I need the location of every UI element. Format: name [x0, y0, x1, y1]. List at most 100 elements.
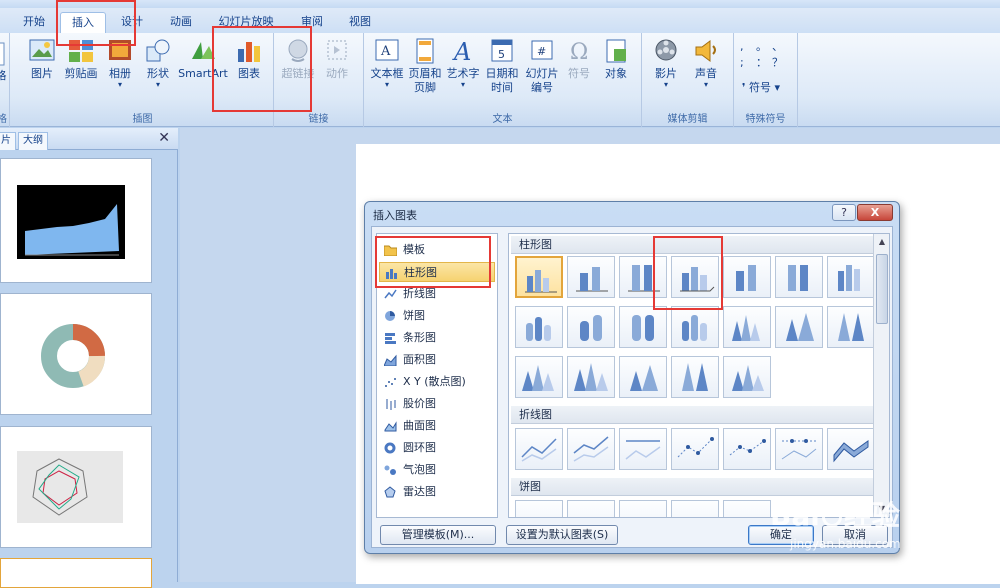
category-stock[interactable]: 股价图	[379, 394, 495, 414]
scatter-chart-icon	[385, 378, 396, 387]
chart-thumb-100-cylinder[interactable]	[619, 306, 667, 348]
group-media: 影片 ▾ 声音 ▾ 媒体剪辑	[642, 33, 734, 127]
category-doughnut[interactable]: 圆环图	[379, 438, 495, 458]
header-footer-button[interactable]: 页眉和 页脚	[406, 37, 444, 95]
group-label-special: 特殊符号	[745, 114, 786, 125]
percent-line-icon	[625, 440, 661, 460]
object-button[interactable]: 对象	[600, 37, 632, 81]
3d-cylinder-icon	[682, 315, 707, 341]
cone-chart-icon	[732, 315, 760, 341]
chart-thumb-3d-exploded-pie[interactable]	[723, 500, 771, 517]
chart-thumb-clustered-cone[interactable]	[723, 306, 771, 348]
chart-thumb-stacked-line-markers[interactable]	[723, 428, 771, 470]
chart-thumb-3d-column[interactable]	[827, 256, 875, 298]
slide-number-button[interactable]: # 幻灯片 编号	[522, 37, 562, 95]
bubble-chart-icon	[384, 465, 396, 475]
chart-thumb-line[interactable]	[515, 428, 563, 470]
tab-slides[interactable]: 片	[0, 132, 16, 150]
action-button[interactable]: 动作	[322, 37, 352, 81]
chart-thumb-exploded-pie[interactable]	[671, 500, 719, 517]
chart-thumb-stacked-pyramid[interactable]	[619, 356, 667, 398]
category-radar[interactable]: 雷达图	[379, 482, 495, 502]
movie-button[interactable]: 影片 ▾	[650, 37, 682, 89]
chart-thumb-stacked-line[interactable]	[567, 428, 615, 470]
picture-button[interactable]: 图片	[26, 37, 58, 81]
scroll-up-arrow-icon[interactable]: ▲	[874, 234, 889, 250]
category-surface[interactable]: 曲面图	[379, 416, 495, 436]
scrollbar-thumb[interactable]	[876, 254, 888, 324]
chart-thumb-3d-pie[interactable]	[567, 500, 615, 517]
symbol-question[interactable]: ？	[772, 55, 788, 71]
set-default-chart-button[interactable]: 设置为默认图表(S)	[506, 525, 618, 545]
tab-outline[interactable]: 大纲	[18, 132, 48, 150]
chart-thumb-3d-100-column[interactable]	[775, 256, 823, 298]
tab-view[interactable]: 视图	[340, 12, 380, 33]
symbol-comma[interactable]: ,	[740, 39, 756, 55]
special-symbol-dropdown[interactable]: ❜ 符号 ▾	[742, 79, 780, 95]
group-label-media: 媒体剪辑	[667, 114, 708, 125]
chart-thumb-100-line[interactable]	[619, 428, 667, 470]
slide-thumbnail-3[interactable]	[0, 426, 152, 548]
omega-icon: Ω	[570, 40, 588, 65]
chart-thumb-3d-cylinder[interactable]	[671, 306, 719, 348]
ribbon-tabs: 开始 插入 设计 动画 幻灯片放映 审阅 视图	[0, 8, 1000, 33]
tab-home[interactable]: 开始	[14, 12, 54, 33]
symbol-period[interactable]: 。	[756, 39, 772, 55]
category-scatter[interactable]: X Y (散点图)	[379, 372, 495, 392]
symbol-colon[interactable]: ：	[756, 55, 772, 71]
chart-thumb-stacked-column[interactable]	[567, 256, 615, 298]
chart-thumb-3d-pyramid[interactable]	[723, 356, 771, 398]
chart-thumb-line-markers[interactable]	[671, 428, 719, 470]
action-icon	[327, 40, 347, 60]
chart-thumb-pie[interactable]	[515, 500, 563, 517]
section-line: 折线图	[511, 406, 873, 424]
gallery-scrollbar[interactable]: ▲ ▼	[873, 234, 889, 517]
symbol-enum-comma[interactable]: 、	[772, 39, 788, 55]
radar-chart-thumbnail	[17, 451, 123, 523]
chart-thumb-clustered-column[interactable]	[515, 256, 563, 298]
chart-thumb-stacked-cylinder[interactable]	[567, 306, 615, 348]
highlight-3d-column-thumb	[653, 236, 723, 310]
percent-pyramid-icon	[682, 363, 708, 391]
chart-thumb-stacked-cone[interactable]	[775, 306, 823, 348]
stacked-line-icon	[573, 436, 609, 462]
chart-thumb-3d-line[interactable]	[827, 428, 875, 470]
dialog-title: 插入图表	[373, 209, 417, 222]
wordart-button[interactable]: A 艺术字 ▾	[444, 37, 482, 89]
category-pie[interactable]: 饼图	[379, 306, 495, 326]
chart-thumb-100-cone[interactable]	[827, 306, 875, 348]
chart-thumb-3d-stacked-column[interactable]	[723, 256, 771, 298]
category-bubble[interactable]: 气泡图	[379, 460, 495, 480]
slide-thumbnail-1[interactable]	[0, 158, 152, 283]
dialog-close-button[interactable]: X	[857, 204, 893, 221]
chart-thumb-pie-of-pie[interactable]	[619, 500, 667, 517]
chart-thumb-100-line-markers[interactable]	[775, 428, 823, 470]
close-icon[interactable]: ✕	[158, 130, 170, 146]
chart-thumb-clustered-pyramid[interactable]	[567, 356, 615, 398]
slide-thumbnail-2[interactable]	[0, 293, 152, 415]
chart-thumb-100-pyramid[interactable]	[671, 356, 719, 398]
wordart-icon: A	[452, 38, 471, 65]
help-button[interactable]: ?	[832, 204, 856, 221]
symbol-semicolon[interactable]: ;	[740, 55, 756, 71]
slide-thumbnail-4[interactable]	[0, 558, 152, 588]
category-bar[interactable]: 条形图	[379, 328, 495, 348]
manage-templates-button[interactable]: 管理模板(M)...	[380, 525, 496, 545]
chart-thumb-3d-cone[interactable]	[515, 356, 563, 398]
date-time-button[interactable]: 5 日期和 时间	[482, 37, 522, 95]
textbox-icon: A	[375, 39, 399, 61]
3d-stacked-column-icon	[736, 265, 756, 291]
tab-animation[interactable]: 动画	[160, 12, 202, 33]
table-button[interactable]: 格	[0, 41, 8, 83]
radar-chart-icon	[384, 486, 396, 498]
shapes-button[interactable]: 形状 ▾	[142, 37, 174, 89]
stock-chart-icon	[386, 399, 396, 410]
stacked-pyramid-icon	[630, 365, 658, 391]
column-chart-icon	[525, 270, 557, 293]
symbol-button[interactable]: Ω 符号	[564, 37, 594, 81]
category-area[interactable]: 面积图	[379, 350, 495, 370]
chart-thumb-clustered-cylinder[interactable]	[515, 306, 563, 348]
sound-button[interactable]: 声音 ▾	[690, 37, 722, 89]
textbox-button[interactable]: A 文本框 ▾	[368, 37, 406, 89]
calendar-icon: 5	[491, 39, 513, 62]
